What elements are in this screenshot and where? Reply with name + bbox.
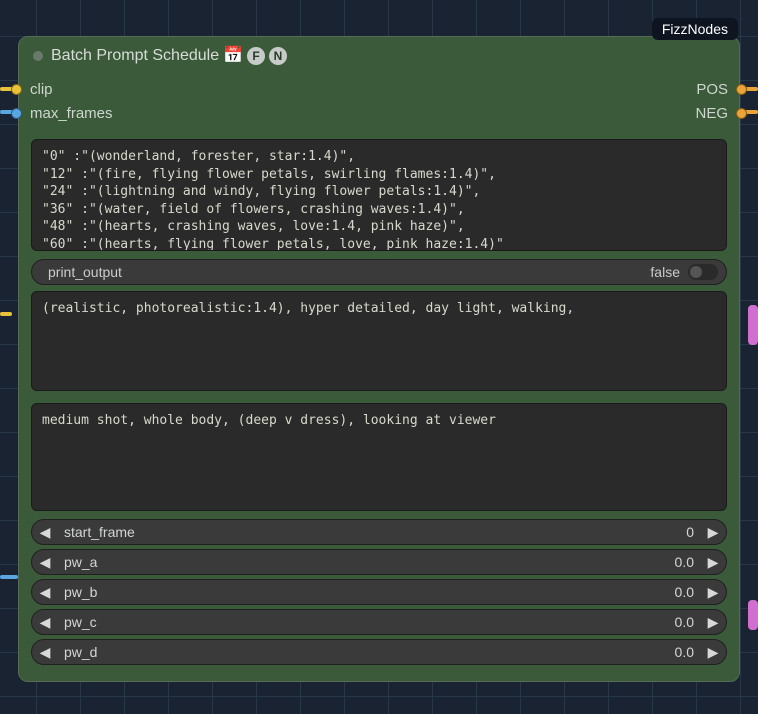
decrement-icon[interactable]: ◀ <box>36 614 54 631</box>
field-label: start_frame <box>60 524 135 540</box>
print-output-toggle[interactable]: print_output false <box>31 259 727 285</box>
field-label: pw_a <box>60 554 97 570</box>
decrement-icon[interactable]: ◀ <box>36 644 54 661</box>
calendar-icon: 📅 <box>223 48 243 64</box>
increment-icon[interactable]: ▶ <box>704 554 722 571</box>
badge-n-icon: N <box>269 47 287 65</box>
output-port-pos[interactable]: POS <box>696 81 725 98</box>
pw-a-field[interactable]: ◀ pw_a 0.0 ▶ <box>31 549 727 575</box>
wire-bg-left-2 <box>0 575 18 579</box>
badge-f-icon: F <box>247 47 265 65</box>
socket-max-frames[interactable] <box>11 108 22 119</box>
pw-b-field[interactable]: ◀ pw_b 0.0 ▶ <box>31 579 727 605</box>
wire-bg-right-2 <box>748 600 758 630</box>
decrement-icon[interactable]: ◀ <box>36 554 54 571</box>
ports-section: clip POS max_frames NEG <box>19 73 739 135</box>
node-collapse-dot[interactable] <box>33 51 43 61</box>
field-value[interactable]: 0.0 <box>675 614 698 630</box>
print-output-label: print_output <box>48 264 122 280</box>
increment-icon[interactable]: ▶ <box>704 644 722 661</box>
increment-icon[interactable]: ▶ <box>704 584 722 601</box>
print-output-value: false <box>650 264 680 280</box>
increment-icon[interactable]: ▶ <box>704 614 722 631</box>
increment-icon[interactable]: ▶ <box>704 524 722 541</box>
port-label: clip <box>30 81 53 98</box>
output-port-neg[interactable]: NEG <box>695 105 725 122</box>
decrement-icon[interactable]: ◀ <box>36 524 54 541</box>
node-title-text: Batch Prompt Schedule <box>51 47 219 65</box>
wire-bg-left-3 <box>0 312 12 316</box>
field-label: pw_d <box>60 644 97 660</box>
port-label: NEG <box>695 105 728 122</box>
socket-clip[interactable] <box>11 84 22 95</box>
port-label: POS <box>696 81 728 98</box>
batch-prompt-schedule-node[interactable]: Batch Prompt Schedule 📅 F N clip POS max… <box>18 36 740 682</box>
toggle-switch[interactable] <box>688 264 718 280</box>
socket-pos[interactable] <box>736 84 747 95</box>
start-frame-field[interactable]: ◀ start_frame 0 ▶ <box>31 519 727 545</box>
wire-bg-right-1 <box>748 305 758 345</box>
node-category-tag: FizzNodes <box>652 18 738 40</box>
field-value[interactable]: 0.0 <box>675 554 698 570</box>
negative-prompt-textarea[interactable]: medium shot, whole body, (deep v dress),… <box>31 403 727 511</box>
port-label: max_frames <box>30 105 113 122</box>
input-port-max-frames[interactable]: max_frames <box>33 105 113 122</box>
field-label: pw_c <box>60 614 97 630</box>
node-header[interactable]: Batch Prompt Schedule 📅 F N <box>19 37 739 73</box>
positive-prompt-textarea[interactable]: (realistic, photorealistic:1.4), hyper d… <box>31 291 727 391</box>
decrement-icon[interactable]: ◀ <box>36 584 54 601</box>
pw-c-field[interactable]: ◀ pw_c 0.0 ▶ <box>31 609 727 635</box>
socket-neg[interactable] <box>736 108 747 119</box>
field-value[interactable]: 0.0 <box>675 584 698 600</box>
field-value[interactable]: 0 <box>686 524 698 540</box>
schedule-textarea[interactable]: "0" :"(wonderland, forester, star:1.4)",… <box>31 139 727 251</box>
input-port-clip[interactable]: clip <box>33 81 53 98</box>
pw-d-field[interactable]: ◀ pw_d 0.0 ▶ <box>31 639 727 665</box>
field-label: pw_b <box>60 584 97 600</box>
node-title: Batch Prompt Schedule 📅 F N <box>51 47 287 65</box>
field-value[interactable]: 0.0 <box>675 644 698 660</box>
